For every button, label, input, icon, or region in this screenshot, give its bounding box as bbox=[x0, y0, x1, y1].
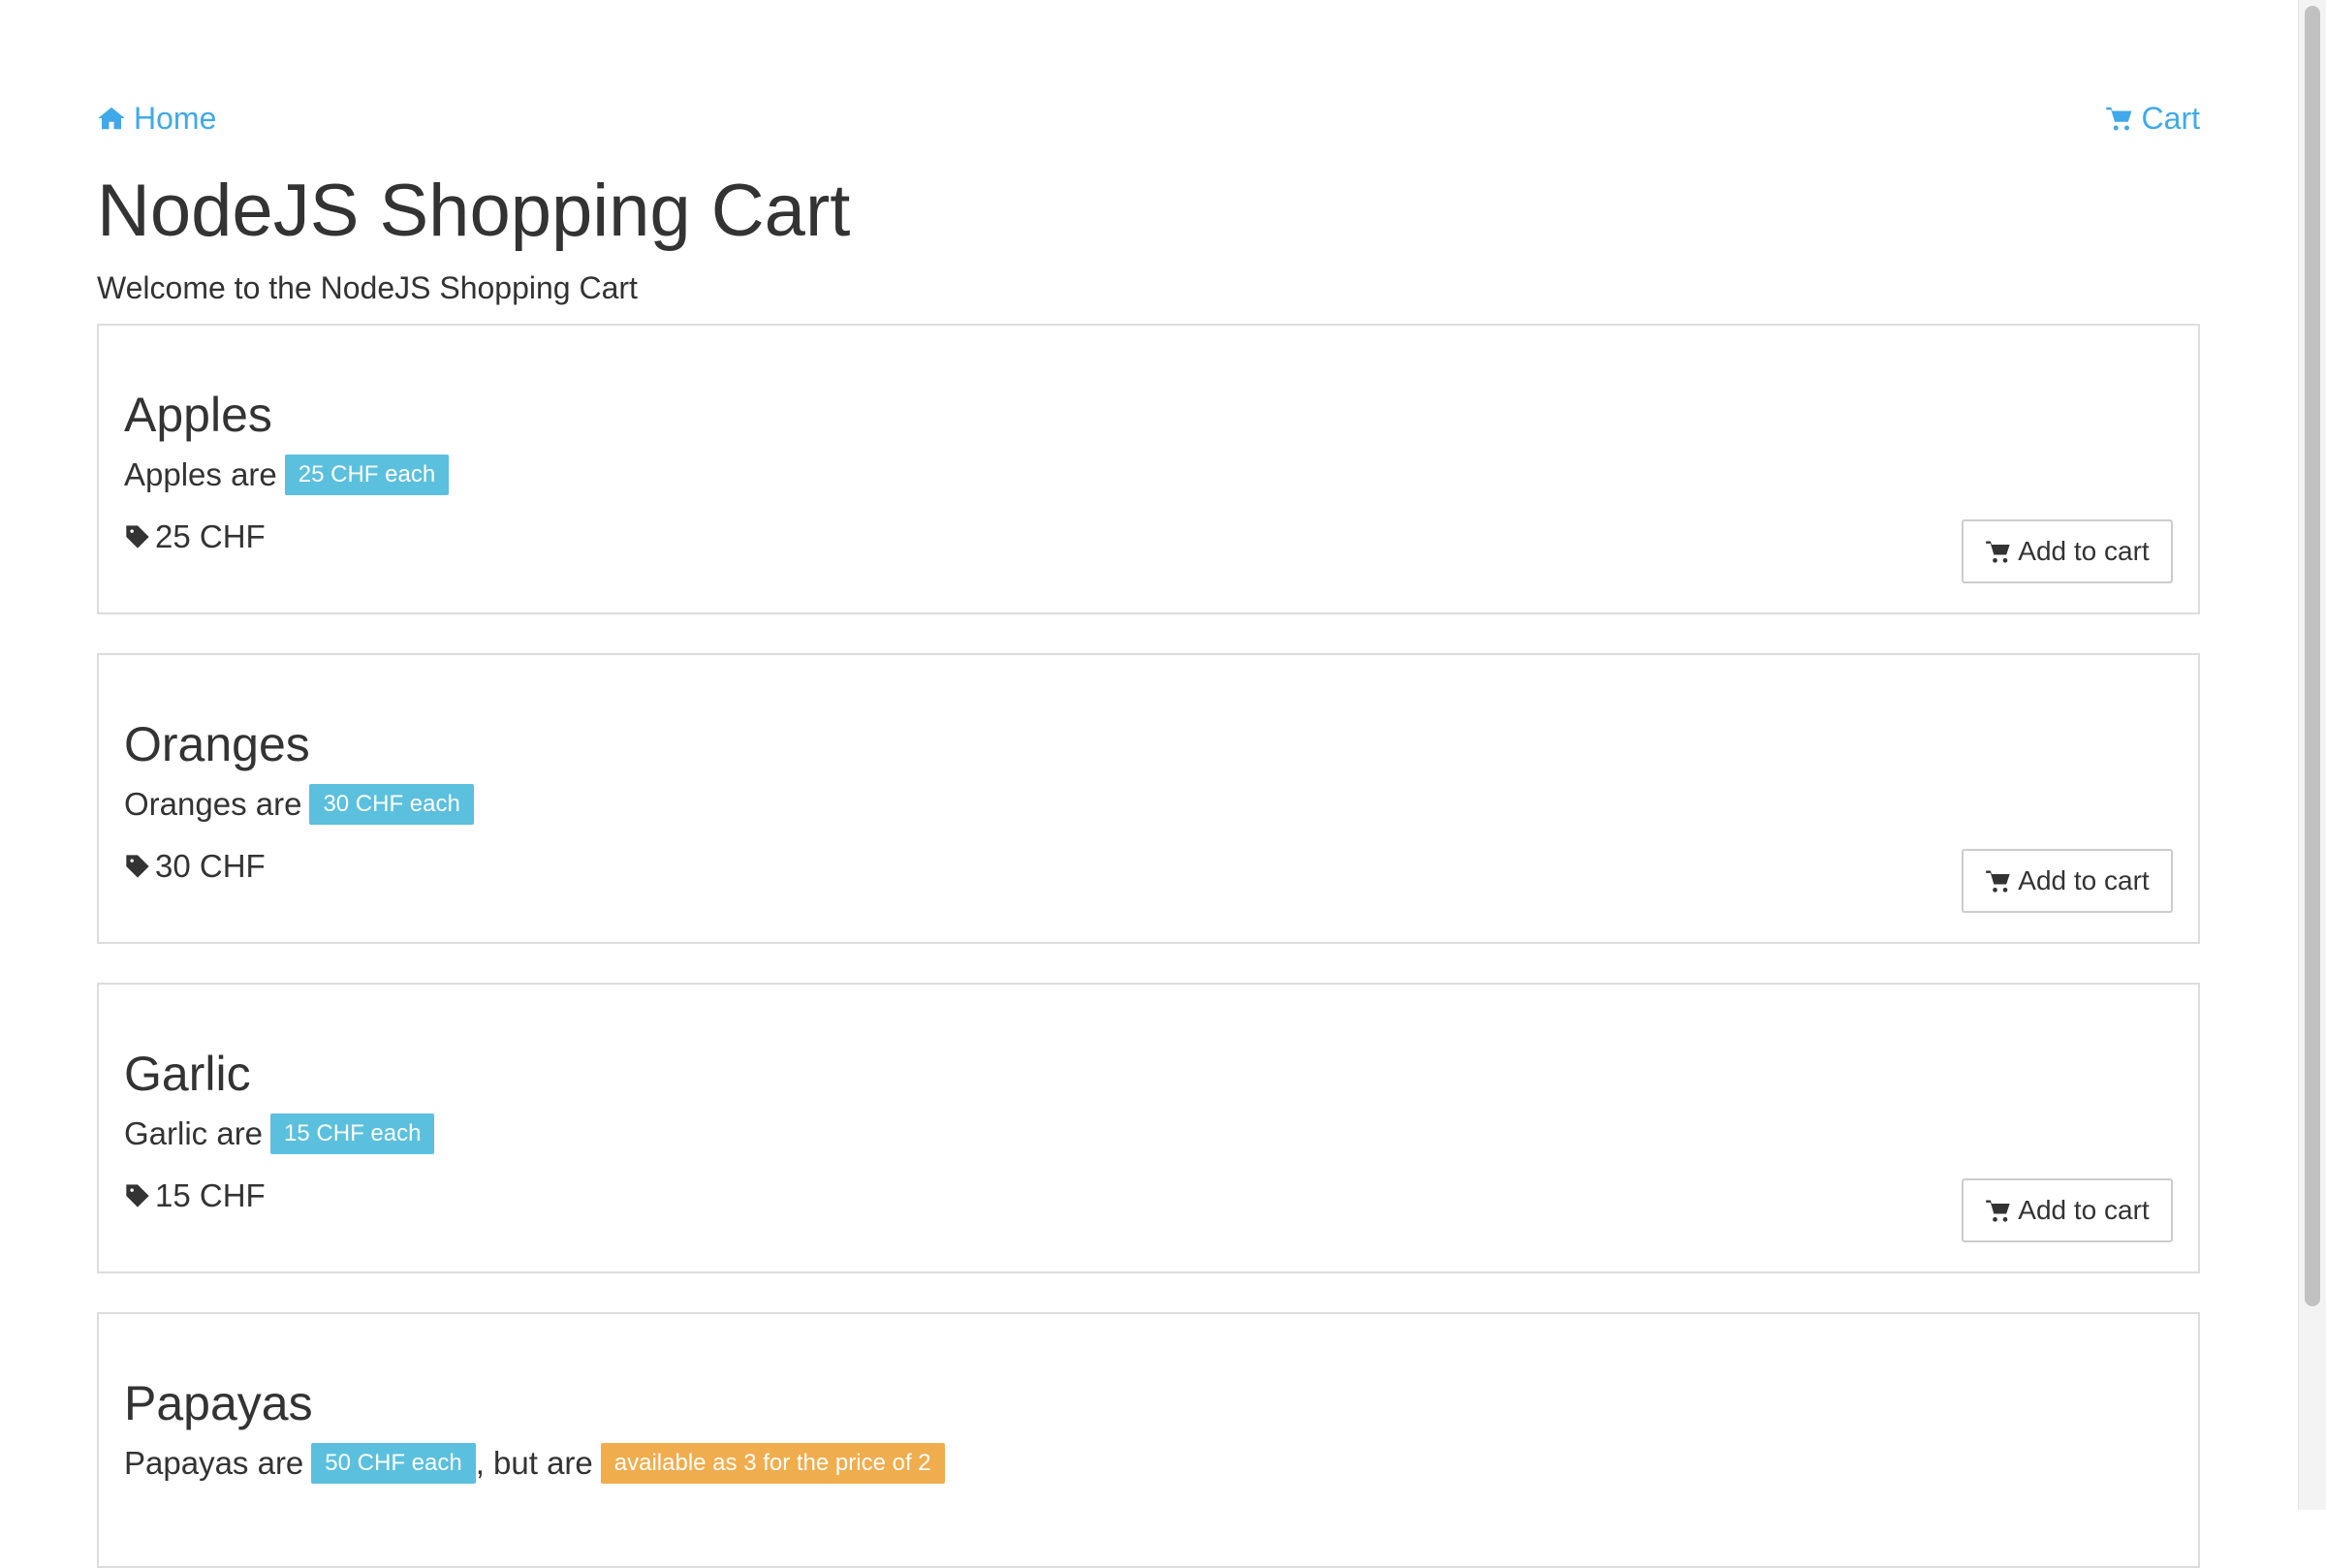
price-badge: 30 CHF each bbox=[309, 784, 474, 825]
add-to-cart-label: Add to cart bbox=[2018, 865, 2150, 895]
description-text: Papayas are bbox=[124, 1445, 304, 1481]
description-text: Oranges are bbox=[124, 786, 302, 822]
shopping-cart-icon bbox=[1986, 541, 2010, 563]
shopping-cart-icon bbox=[1986, 1200, 2010, 1222]
page-title: NodeJS Shopping Cart bbox=[97, 170, 851, 252]
product-card-papayas: Papayas Papayas are 50 CHF each , but ar… bbox=[97, 1312, 2200, 1568]
product-name: Garlic bbox=[124, 1047, 251, 1101]
scrollbar-thumb[interactable] bbox=[2305, 6, 2320, 1306]
home-link[interactable]: Home bbox=[97, 95, 216, 141]
price-value: 15 CHF bbox=[155, 1177, 266, 1213]
add-to-cart-label: Add to cart bbox=[2018, 536, 2150, 566]
price-tag-icon bbox=[126, 525, 149, 549]
price-badge: 50 CHF each bbox=[311, 1443, 476, 1484]
add-to-cart-button[interactable]: Add to cart bbox=[1962, 519, 2173, 583]
shopping-cart-icon bbox=[1986, 870, 2010, 893]
home-icon bbox=[98, 107, 125, 130]
product-price: 30 CHF bbox=[124, 845, 266, 888]
product-card-garlic: Garlic Garlic are 15 CHF each 15 CHF Add… bbox=[97, 983, 2200, 1273]
product-name: Papayas bbox=[124, 1376, 313, 1430]
add-to-cart-button[interactable]: Add to cart bbox=[1962, 1178, 2173, 1242]
product-description: Papayas are 50 CHF each , but are availa… bbox=[124, 1442, 945, 1485]
product-name: Oranges bbox=[124, 717, 310, 771]
offer-badge: available as 3 for the price of 2 bbox=[600, 1443, 945, 1484]
price-tag-icon bbox=[126, 855, 149, 878]
page-subtitle: Welcome to the NodeJS Shopping Cart bbox=[97, 270, 638, 305]
product-price: 25 CHF bbox=[124, 516, 266, 558]
top-nav: Home Cart bbox=[97, 95, 2200, 141]
product-card-oranges: Oranges Oranges are 30 CHF each 30 CHF A… bbox=[97, 653, 2200, 944]
product-name: Apples bbox=[124, 388, 272, 442]
product-price: 15 CHF bbox=[124, 1175, 266, 1217]
product-description: Apples are 25 CHF each bbox=[124, 454, 450, 496]
cart-link-label: Cart bbox=[2141, 101, 2200, 136]
add-to-cart-label: Add to cart bbox=[2018, 1195, 2150, 1225]
product-card-apples: Apples Apples are 25 CHF each 25 CHF Add… bbox=[97, 324, 2200, 614]
home-link-label: Home bbox=[134, 101, 217, 136]
price-tag-icon bbox=[126, 1184, 149, 1207]
price-badge: 15 CHF each bbox=[270, 1113, 435, 1154]
price-value: 25 CHF bbox=[155, 518, 266, 554]
scrollbar[interactable] bbox=[2298, 0, 2326, 1510]
product-description: Oranges are 30 CHF each bbox=[124, 783, 474, 826]
description-middle-text: , but are bbox=[475, 1445, 593, 1481]
cart-link[interactable]: Cart bbox=[2105, 95, 2200, 141]
product-description: Garlic are 15 CHF each bbox=[124, 1113, 435, 1155]
shopping-cart-icon bbox=[2105, 107, 2132, 131]
price-badge: 25 CHF each bbox=[284, 455, 450, 495]
add-to-cart-button[interactable]: Add to cart bbox=[1962, 849, 2173, 913]
description-text: Garlic are bbox=[124, 1115, 264, 1151]
price-value: 30 CHF bbox=[155, 848, 266, 884]
description-text: Apples are bbox=[124, 456, 277, 492]
